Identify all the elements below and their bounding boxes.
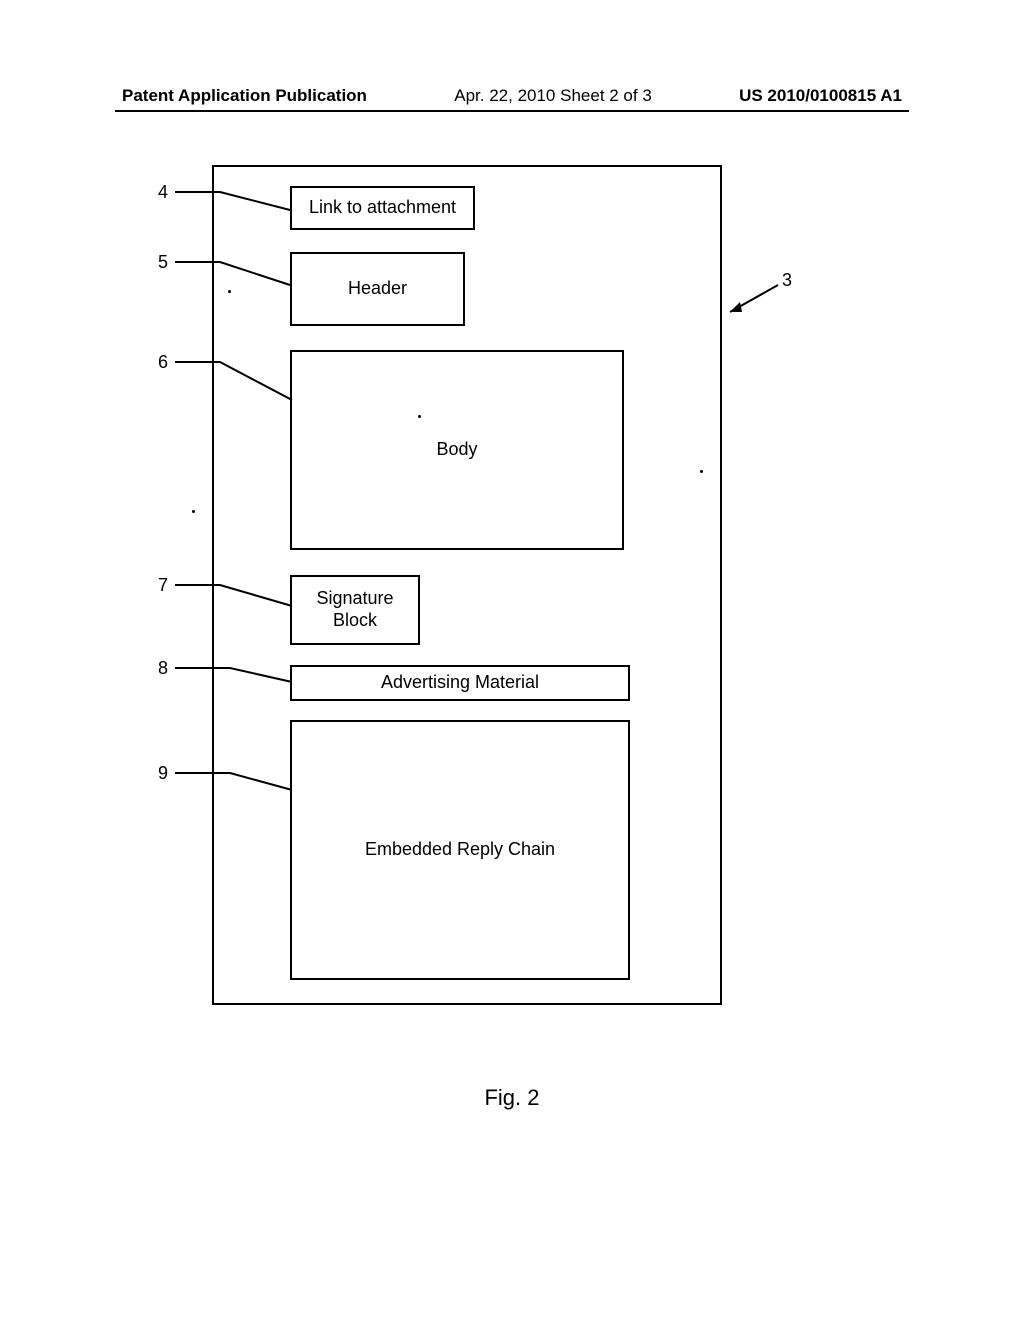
speck <box>418 415 421 418</box>
body-box: Body <box>290 350 624 550</box>
ref-5: 5 <box>158 252 168 273</box>
link-to-attachment-box: Link to attachment <box>290 186 475 230</box>
ref-6: 6 <box>158 352 168 373</box>
page-header-left: Patent Application Publication <box>122 86 367 106</box>
header-rule <box>115 110 909 112</box>
signature-block-box: Signature Block <box>290 575 420 645</box>
body-box-label: Body <box>436 439 477 461</box>
ref-7: 7 <box>158 575 168 596</box>
advertising-material-box: Advertising Material <box>290 665 630 701</box>
figure-label: Fig. 2 <box>0 1085 1024 1111</box>
speck <box>228 290 231 293</box>
header-box-label: Header <box>348 278 407 300</box>
page-header-right: US 2010/0100815 A1 <box>739 86 902 106</box>
ref-8: 8 <box>158 658 168 679</box>
ref-4: 4 <box>158 182 168 203</box>
embedded-reply-chain-label: Embedded Reply Chain <box>365 839 555 861</box>
speck <box>700 470 703 473</box>
ref-3: 3 <box>782 270 792 291</box>
advertising-material-label: Advertising Material <box>381 672 539 694</box>
page-header: Patent Application Publication Apr. 22, … <box>0 86 1024 106</box>
page-header-center: Apr. 22, 2010 Sheet 2 of 3 <box>454 86 652 106</box>
embedded-reply-chain-box: Embedded Reply Chain <box>290 720 630 980</box>
link-to-attachment-label: Link to attachment <box>309 197 456 219</box>
header-box: Header <box>290 252 465 326</box>
speck <box>192 510 195 513</box>
signature-block-label: Signature Block <box>292 588 418 631</box>
ref-9: 9 <box>158 763 168 784</box>
